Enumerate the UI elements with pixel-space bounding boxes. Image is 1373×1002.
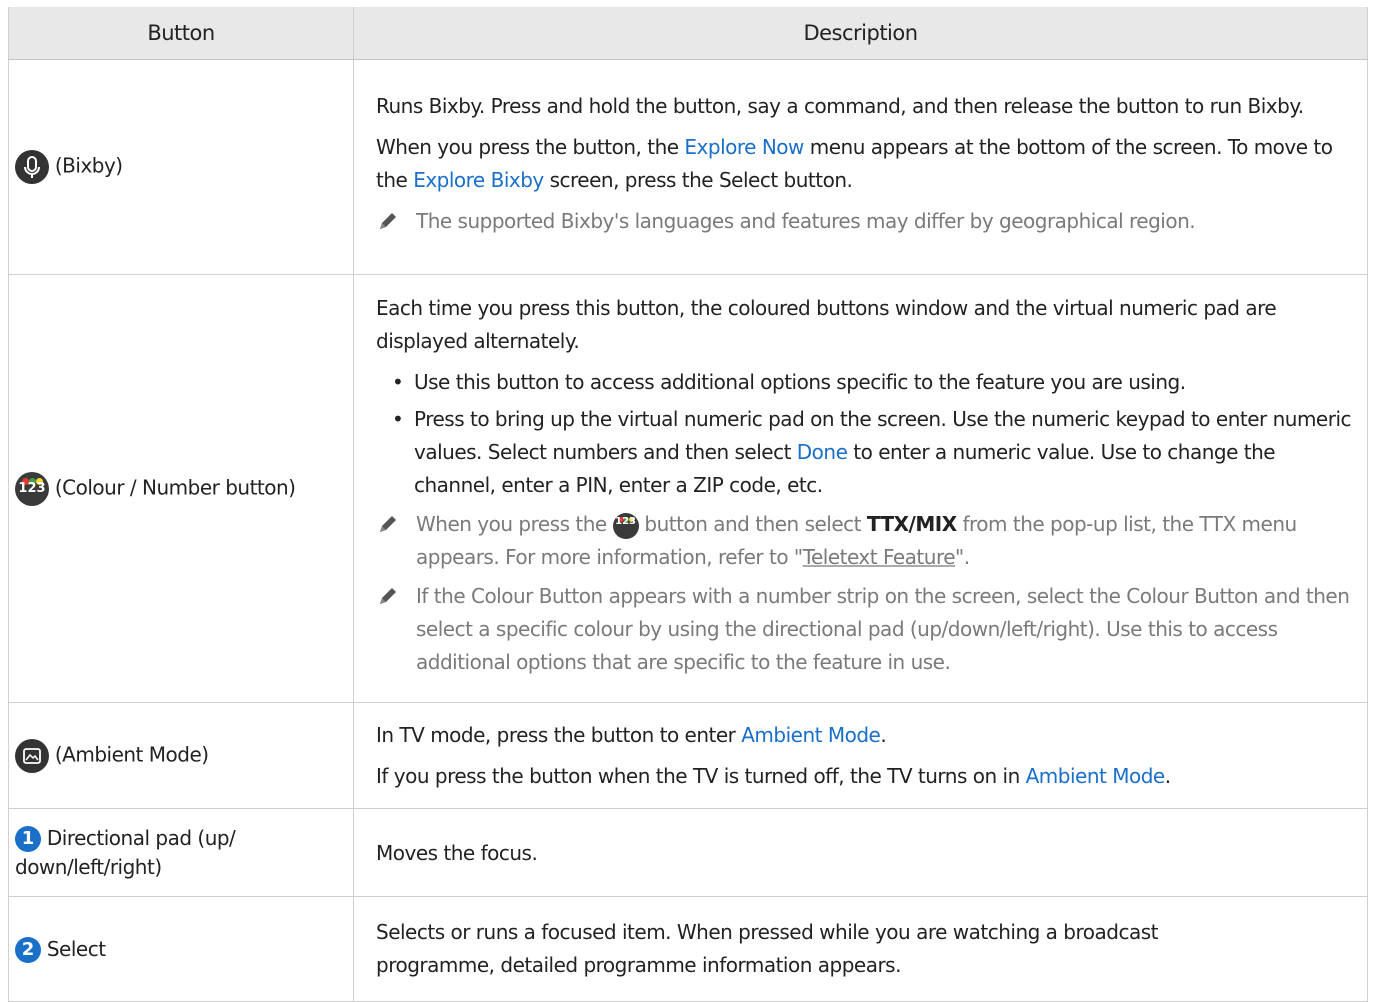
remote-buttons-table: Button Description (Bixby) Runs Bixby. P…	[8, 7, 1368, 1002]
pencil-icon	[380, 516, 396, 532]
ttx-mix-label: TTX/MIX	[866, 512, 957, 536]
table-header-row: Button Description	[8, 7, 1368, 60]
number-2-badge: 2	[15, 937, 41, 963]
ambient-desc-1-text-b: .	[880, 722, 887, 747]
ambient-desc-2: If you press the button when the TV is t…	[376, 760, 1353, 793]
colour-number-icon-text: 123	[18, 480, 46, 496]
description-cell-bixby: Runs Bixby. Press and hold the button, s…	[353, 59, 1368, 275]
colour-number-icon: 123	[612, 512, 639, 539]
description-cell-colour-number: Each time you press this button, the col…	[353, 274, 1368, 703]
ambient-desc-2-text-a: If you press the button when the TV is t…	[376, 763, 1026, 788]
button-label-ambient: (Ambient Mode)	[54, 742, 209, 766]
done-link[interactable]: Done	[797, 440, 848, 464]
bixby-desc-2-text-c: screen, press the Select button.	[543, 168, 853, 192]
bixby-desc-1: Runs Bixby. Press and hold the button, s…	[376, 94, 1304, 118]
description-cell-directional: Moves the focus.	[353, 808, 1368, 897]
explore-bixby-link[interactable]: Explore Bixby	[413, 168, 544, 192]
button-cell-bixby: (Bixby)	[8, 59, 354, 275]
header-button: Button	[8, 7, 354, 60]
header-description: Description	[353, 7, 1368, 60]
pencil-icon	[380, 588, 396, 604]
table-row-colour-number: 123 (Colour / Number button) Each time y…	[8, 274, 1368, 703]
table-row-directional: 1 Directional pad (up/ down/left/right) …	[8, 808, 1368, 897]
button-cell-ambient: (Ambient Mode)	[8, 702, 354, 809]
ambient-mode-link-2[interactable]: Ambient Mode	[1026, 764, 1166, 788]
number-1-badge: 1	[15, 826, 41, 852]
colour-note-1-text-a: When you press the	[416, 512, 613, 536]
explore-now-link[interactable]: Explore Now	[684, 135, 804, 159]
colour-note-2: If the Colour Button appears with a numb…	[376, 580, 1353, 679]
teletext-feature-link[interactable]: Teletext Feature	[803, 545, 956, 569]
table-row-bixby: (Bixby) Runs Bixby. Press and hold the b…	[8, 59, 1368, 275]
colour-number-icon-text-small: 123	[615, 515, 636, 527]
table-row-ambient: (Ambient Mode) In TV mode, press the but…	[8, 702, 1368, 809]
pencil-icon	[380, 213, 396, 229]
colour-number-icon: 123	[15, 471, 49, 506]
select-desc: Selects or runs a focused item. When pre…	[376, 920, 1158, 977]
ambient-desc-2-text-b: .	[1164, 763, 1171, 788]
bixby-desc-2-text-a: When you press the button, the	[376, 135, 685, 159]
button-label-directional: Directional pad (up/ down/left/right)	[15, 825, 236, 879]
microphone-icon	[15, 150, 49, 184]
ambient-desc-1-text-a: In TV mode, press the button to enter	[376, 722, 742, 747]
bixby-note: The supported Bixby's languages and feat…	[376, 205, 1353, 238]
directional-desc: Moves the focus.	[376, 840, 538, 865]
description-cell-ambient: In TV mode, press the button to enter Am…	[353, 702, 1368, 809]
colour-bullet-1: Use this button to access additional opt…	[392, 366, 1353, 399]
colour-bullet-2: Press to bring up the virtual numeric pa…	[392, 403, 1353, 502]
button-label-bixby: (Bixby)	[54, 153, 123, 178]
ambient-mode-link-1[interactable]: Ambient Mode	[741, 723, 881, 747]
button-cell-colour-number: 123 (Colour / Number button)	[8, 274, 354, 703]
button-label-select: Select	[46, 936, 106, 961]
colour-note-2-text: If the Colour Button appears with a numb…	[416, 584, 1350, 674]
ambient-desc-1: In TV mode, press the button to enter Am…	[376, 719, 1353, 752]
colour-note-1: When you press the 123 button and then s…	[376, 508, 1353, 574]
button-cell-directional: 1 Directional pad (up/ down/left/right)	[8, 808, 354, 897]
bixby-desc-2: When you press the button, the Explore N…	[376, 131, 1353, 197]
ambient-mode-icon	[15, 738, 49, 773]
button-label-colour-number: (Colour / Number button)	[54, 475, 296, 499]
bixby-note-text: The supported Bixby's languages and feat…	[416, 209, 1196, 233]
colour-note-1-text-b: button and then select	[638, 512, 867, 536]
colour-desc-1: Each time you press this button, the col…	[376, 296, 1277, 353]
colour-note-1-text-d: ".	[955, 545, 970, 569]
colour-bullet-list: Use this button to access additional opt…	[376, 366, 1353, 502]
